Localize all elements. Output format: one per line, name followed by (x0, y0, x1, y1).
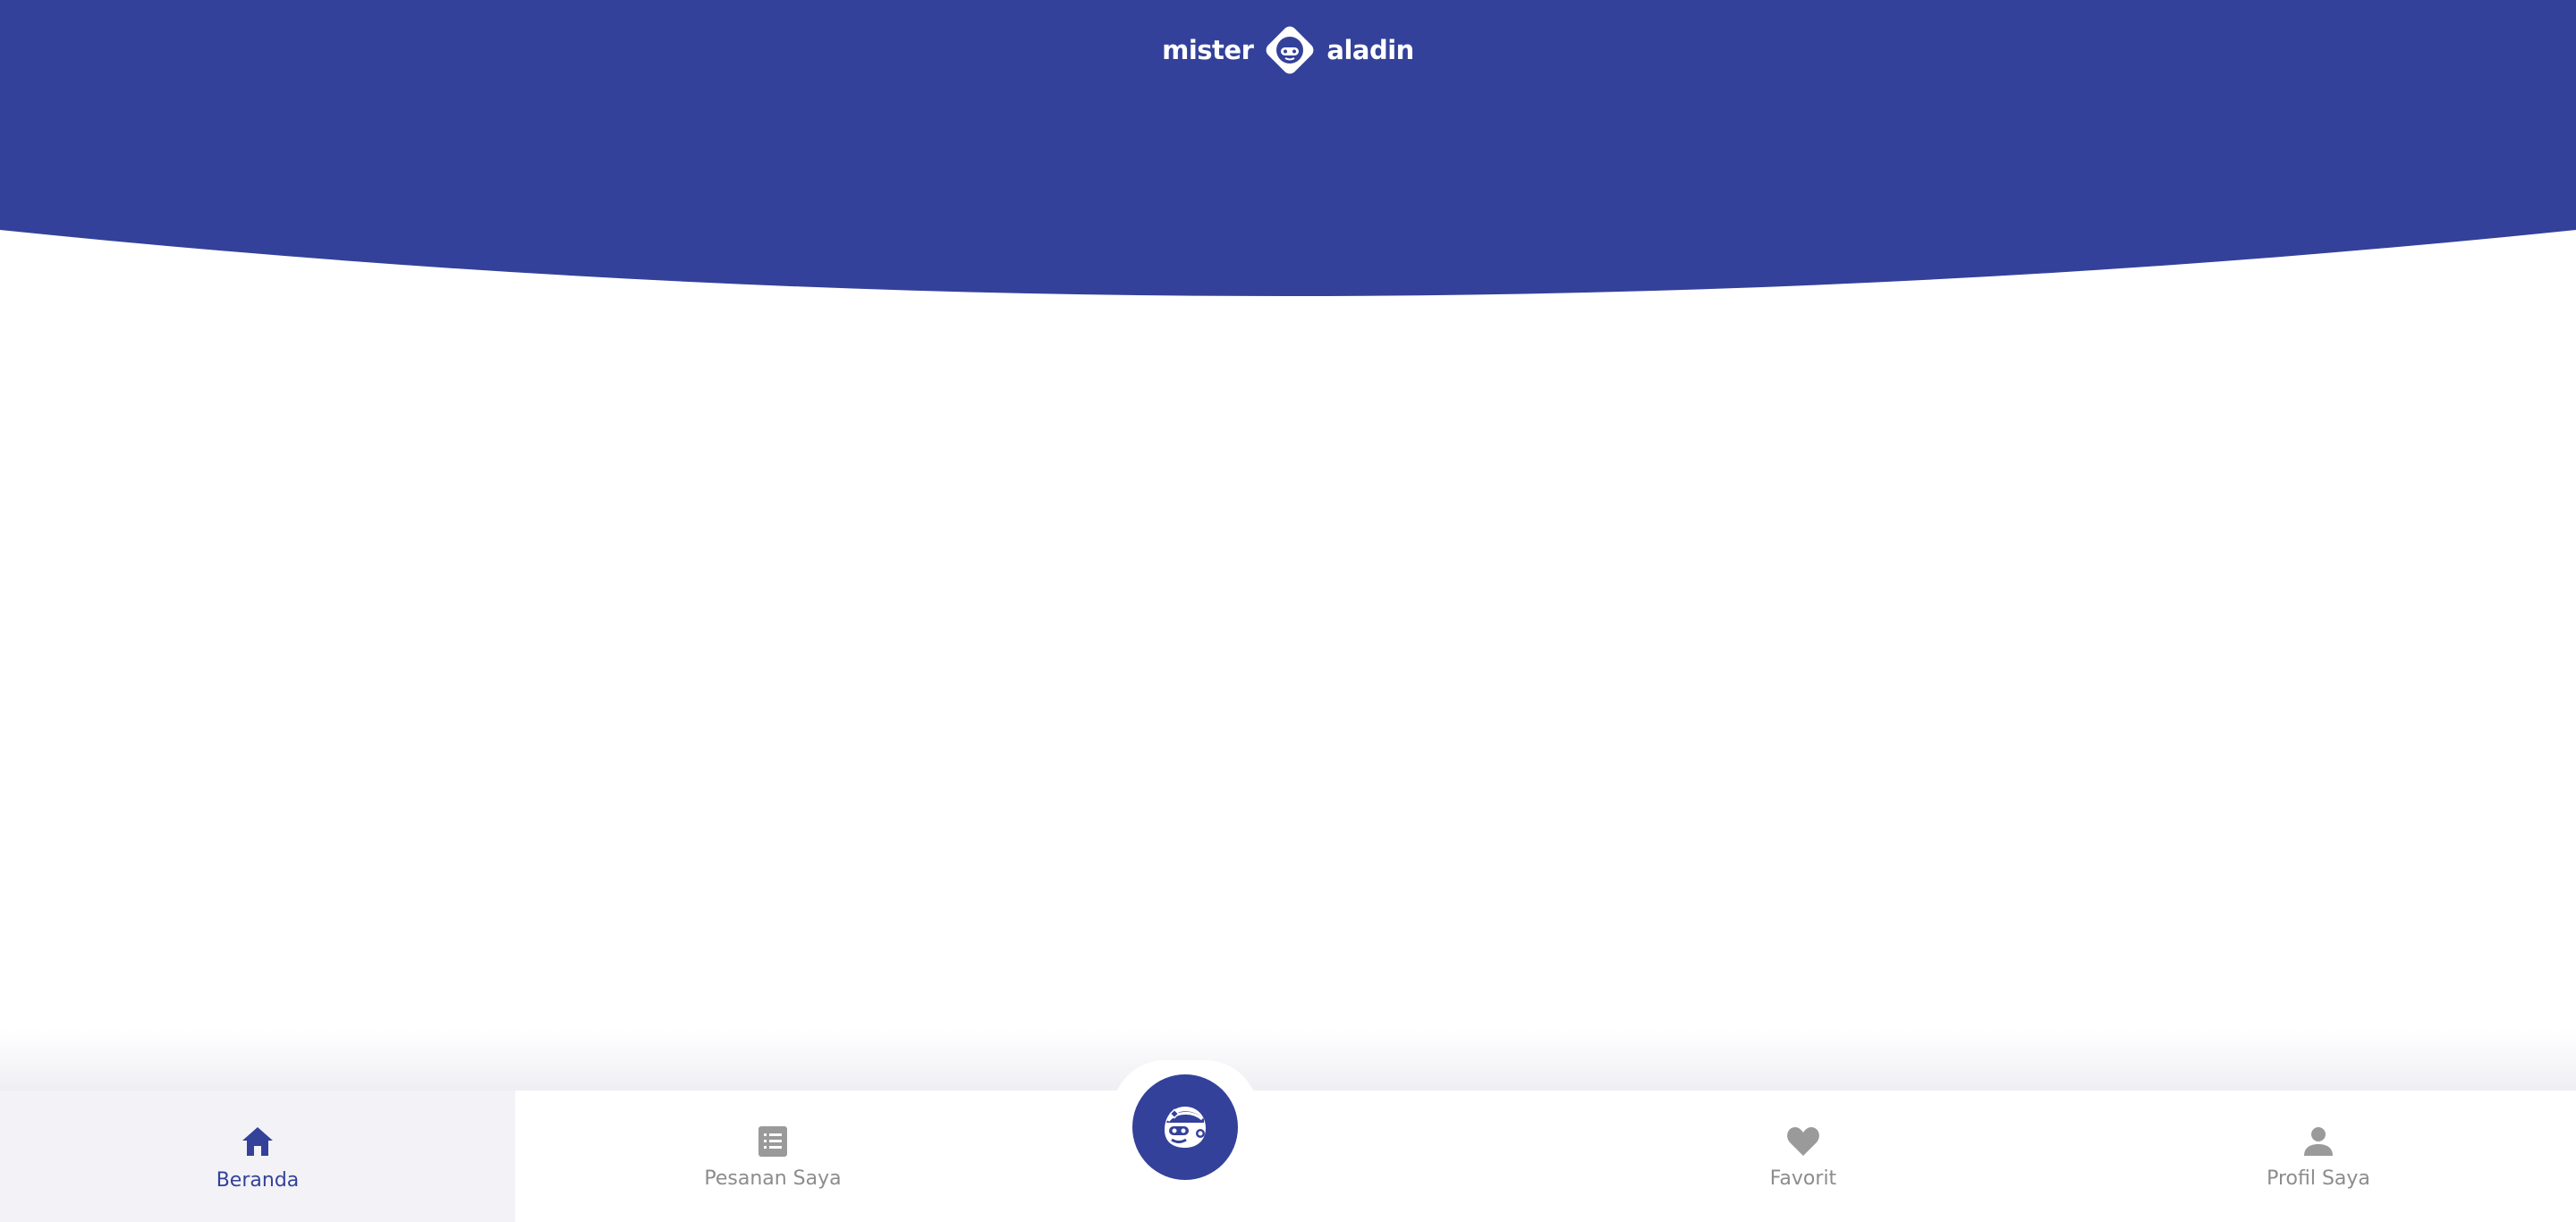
brand-logo[interactable]: mister aladin (0, 16, 2576, 84)
nav-shadow (0, 1029, 2576, 1091)
nav-item-beranda[interactable]: Beranda (0, 1090, 515, 1222)
heart-icon (1787, 1127, 1819, 1156)
nav-label-pesanan-saya: Pesanan Saya (704, 1167, 842, 1190)
genie-assistant-button[interactable] (1132, 1074, 1238, 1180)
nav-item-center-spacer (1030, 1090, 1546, 1222)
nav-label-beranda: Beranda (216, 1169, 300, 1192)
logo-text-right: aladin (1326, 35, 1414, 65)
nav-item-pesanan-saya[interactable]: Pesanan Saya (515, 1090, 1030, 1222)
bottom-navigation: Beranda Pesanan Saya Favorit Profil Saya (0, 1090, 2576, 1222)
genie-assistant-icon (1165, 1107, 1206, 1148)
order-list-icon (758, 1126, 787, 1157)
person-icon (2304, 1127, 2333, 1156)
nav-label-favorit: Favorit (1769, 1167, 1837, 1190)
logo-text-left: mister (1162, 35, 1254, 65)
nav-item-favorit[interactable]: Favorit (1546, 1090, 2061, 1222)
nav-label-profil-saya: Profil Saya (2267, 1167, 2370, 1190)
home-icon (242, 1127, 273, 1156)
nav-item-profil-saya[interactable]: Profil Saya (2061, 1090, 2576, 1222)
genie-logo-icon (1267, 26, 1314, 74)
